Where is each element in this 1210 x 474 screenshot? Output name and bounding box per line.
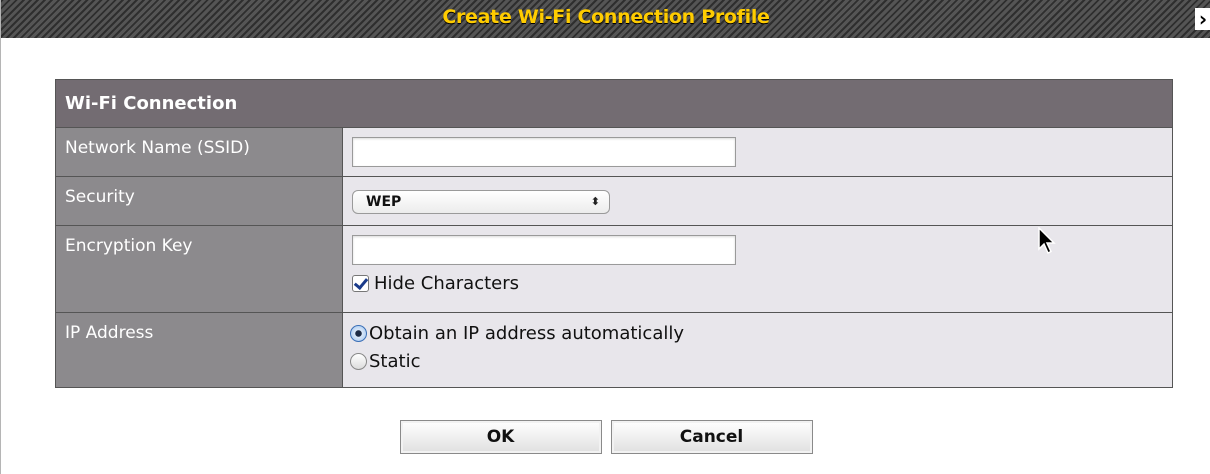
ssid-input[interactable] — [352, 137, 736, 167]
mouse-cursor-icon — [1038, 227, 1056, 255]
ip-static-label: Static — [369, 350, 421, 372]
encryption-key-input[interactable] — [352, 235, 736, 265]
ip-static-radio[interactable] — [350, 352, 367, 370]
ssid-cell — [343, 128, 1172, 176]
security-selected-value: WEP — [366, 194, 402, 210]
ip-option-automatic[interactable]: Obtain an IP address automatically — [350, 319, 1172, 347]
dialog-buttons: OK Cancel — [1, 420, 1210, 454]
panel-header: Wi-Fi Connection — [56, 80, 1172, 128]
ip-automatic-radio[interactable] — [350, 324, 367, 342]
dialog-title: Create Wi-Fi Connection Profile — [442, 6, 770, 28]
ssid-label: Network Name (SSID) — [56, 128, 343, 176]
close-icon[interactable]: › — [1195, 8, 1210, 30]
hide-characters-option[interactable]: Hide Characters — [352, 273, 1172, 294]
encryption-key-label: Encryption Key — [56, 226, 343, 312]
ip-automatic-label: Obtain an IP address automatically — [369, 322, 685, 344]
security-row: Security WEP ⬍ — [56, 177, 1172, 226]
select-arrows-icon: ⬍ — [590, 195, 600, 208]
ip-address-cell: Obtain an IP address automatically Stati… — [343, 313, 1172, 387]
wifi-connection-panel: Wi-Fi Connection Network Name (SSID) Sec… — [55, 79, 1173, 388]
cancel-button[interactable]: Cancel — [610, 420, 813, 454]
create-wifi-profile-dialog: Create Wi-Fi Connection Profile › Wi-Fi … — [0, 0, 1210, 474]
security-cell: WEP ⬍ — [343, 177, 1172, 225]
hide-characters-label: Hide Characters — [374, 273, 520, 294]
ip-option-static[interactable]: Static — [350, 347, 1172, 375]
security-label: Security — [56, 177, 343, 225]
encryption-key-row: Encryption Key Hide Characters — [56, 226, 1172, 313]
ip-address-label: IP Address — [56, 313, 343, 387]
ok-button[interactable]: OK — [399, 420, 602, 454]
security-select[interactable]: WEP ⬍ — [352, 190, 610, 214]
ip-address-row: IP Address Obtain an IP address automati… — [56, 313, 1172, 387]
hide-characters-checkbox[interactable] — [352, 275, 369, 292]
ssid-row: Network Name (SSID) — [56, 128, 1172, 177]
dialog-titlebar: Create Wi-Fi Connection Profile › — [1, 0, 1210, 38]
